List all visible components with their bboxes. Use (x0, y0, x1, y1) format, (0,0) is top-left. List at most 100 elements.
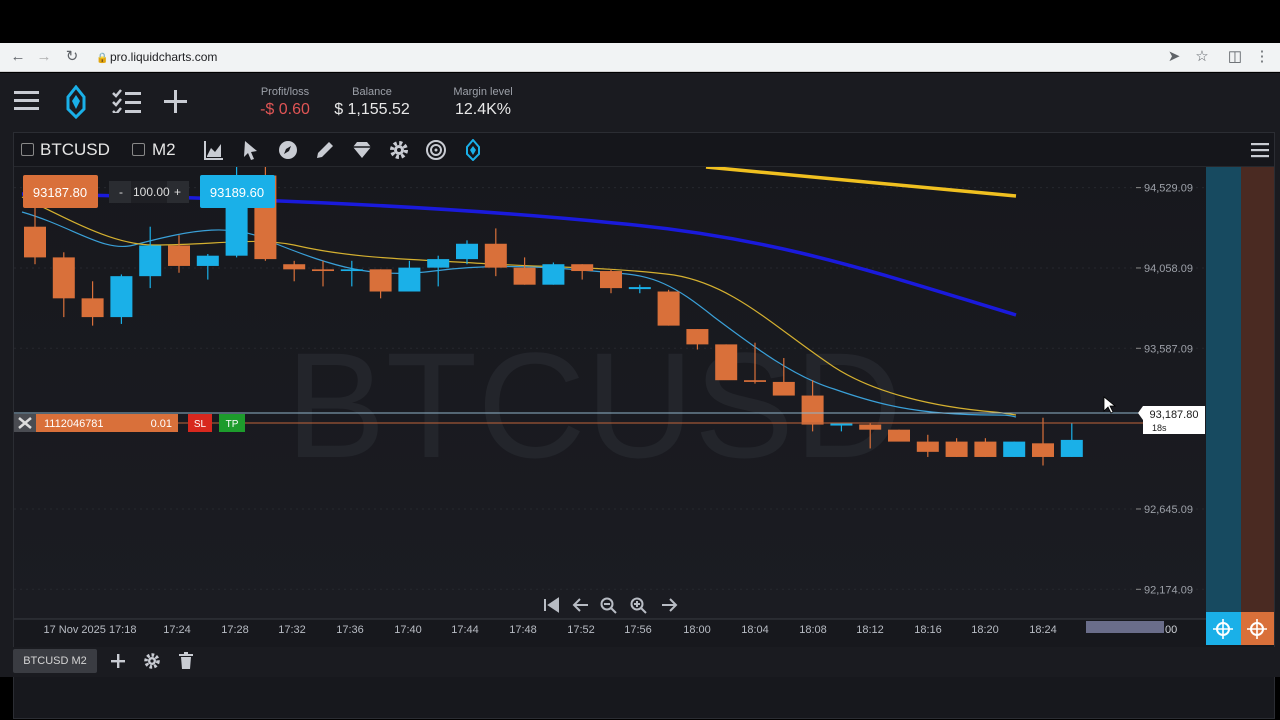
time-label: 17:56 (624, 624, 652, 636)
price-label: 92,645.09 (1144, 504, 1193, 516)
candle-body (571, 264, 594, 272)
symbol-label[interactable]: BTCUSD (40, 140, 110, 160)
cursor-icon[interactable] (240, 139, 262, 161)
candle-body (196, 255, 219, 266)
price-chart[interactable]: BTCUSD 1112046781 0.01 SL TP 93187.80 - … (14, 167, 1274, 719)
target-icon[interactable] (425, 139, 447, 161)
candle-body (542, 264, 565, 285)
position-volume: 0.01 (151, 418, 172, 430)
browser-menu-icon[interactable]: ⋮ (1252, 47, 1272, 67)
quantity-minus[interactable]: - (119, 185, 123, 199)
candle-body (657, 291, 680, 326)
candle-body (168, 245, 190, 266)
bottom-bar: BTCUSD M2 (0, 647, 1280, 677)
liquid-logo-icon[interactable] (64, 85, 88, 119)
add-chart-icon[interactable] (110, 653, 126, 669)
candle-body (744, 380, 766, 382)
compass-icon[interactable] (277, 139, 299, 161)
profit-loss-value: -$ 0.60 (260, 101, 310, 118)
current-price-value: 93,187.80 (1150, 409, 1199, 421)
balance-label: Balance (352, 86, 392, 98)
candle-body (830, 423, 853, 426)
time-label: 18:04 (741, 624, 769, 636)
open-position-row[interactable]: 1112046781 0.01 SL TP (14, 414, 245, 432)
share-icon[interactable]: ➤ (1164, 47, 1184, 67)
candle-body (24, 226, 46, 258)
diamond-icon[interactable] (351, 139, 373, 161)
candle-body (52, 257, 75, 299)
time-label: 17:40 (394, 624, 422, 636)
reload-icon[interactable]: ↻ (62, 47, 82, 67)
candle-body (369, 269, 392, 292)
side-panel-icon[interactable]: ◫ (1225, 47, 1245, 67)
trading-app: Profit/loss -$ 0.60 Balance $ 1,155.52 M… (0, 73, 1280, 719)
candle-body (1003, 441, 1026, 457)
time-label: 18:00 (683, 624, 711, 636)
candle-body (945, 441, 968, 457)
candle-body (110, 276, 133, 318)
candle-body (916, 441, 939, 452)
candle-body (513, 267, 536, 285)
time-label: 18:08 (799, 624, 827, 636)
lock-icon: 🔒 (96, 53, 109, 64)
balance-stat: Balance $ 1,155.52 (332, 86, 412, 119)
chart-tab[interactable]: BTCUSD M2 (13, 649, 97, 673)
candle-body (484, 243, 507, 268)
candle-body (81, 298, 104, 318)
candle-body (974, 441, 997, 457)
take-profit-label: TP (226, 419, 239, 430)
liquid-brand-icon[interactable] (462, 139, 484, 161)
candle-body (801, 395, 824, 425)
candle-body (1060, 439, 1083, 457)
candle-body (628, 287, 651, 290)
time-label: 18:24 (1029, 624, 1057, 636)
hamburger-menu-icon[interactable] (14, 89, 40, 111)
candle-body (686, 329, 709, 345)
chart-settings-icon[interactable] (143, 652, 161, 670)
add-icon[interactable] (164, 90, 188, 114)
price-label: 93,587.09 (1144, 343, 1193, 355)
candle-body (312, 269, 334, 272)
address-bar[interactable]: 🔒 pro.liquidcharts.com (96, 47, 1196, 68)
time-label: 18:20 (971, 624, 999, 636)
margin-level-stat: Margin level 12.4K% (448, 86, 518, 119)
time-axis: 17 Nov 2025 17:18 17:24 17:28 17:32 17:36 17:… (44, 624, 1057, 636)
timeframe-checkbox[interactable] (132, 143, 145, 156)
balance-value: $ 1,155.52 (334, 101, 410, 118)
screen: ← → ↻ 🔒 pro.liquidcharts.com ➤ ☆ ◫ ⋮ Pro… (0, 0, 1280, 720)
candle-body (427, 259, 450, 268)
time-label: 17:52 (567, 624, 595, 636)
candle-body (715, 344, 738, 381)
chart-type-icon[interactable] (203, 139, 225, 161)
candle-body (1032, 443, 1054, 457)
chart-menu-icon[interactable] (1249, 139, 1271, 161)
forward-icon[interactable]: → (34, 47, 54, 67)
candle-body (398, 267, 421, 292)
margin-level-label: Margin level (453, 86, 513, 98)
time-label: 17:48 (509, 624, 537, 636)
candle-body (772, 381, 795, 396)
back-icon[interactable]: ← (8, 47, 28, 67)
quantity-plus[interactable]: + (174, 185, 181, 199)
time-label: 17 Nov 2025 17:18 (44, 624, 137, 636)
buy-side-strip (1206, 167, 1241, 619)
gear-icon[interactable] (388, 139, 410, 161)
time-label: 17:28 (221, 624, 249, 636)
candle-body (888, 429, 910, 442)
profit-loss-label: Profit/loss (260, 86, 310, 98)
time-label: 17:36 (336, 624, 364, 636)
symbol-checkbox[interactable] (21, 143, 34, 156)
price-label: 94,058.09 (1144, 263, 1193, 275)
delete-chart-icon[interactable] (178, 652, 194, 670)
time-axis-end-label: 00 (1165, 624, 1177, 636)
quantity-value: 100.00 (133, 185, 170, 199)
margin-level-value: 12.4K% (454, 101, 512, 118)
browser-toolbar: ← → ↻ 🔒 pro.liquidcharts.com ➤ ☆ ◫ ⋮ (0, 43, 1280, 72)
time-scrollbar[interactable] (1086, 621, 1164, 633)
pencil-icon[interactable] (314, 139, 336, 161)
bookmark-star-icon[interactable]: ☆ (1192, 47, 1212, 67)
timeframe-label[interactable]: M2 (152, 140, 176, 160)
checklist-icon[interactable] (112, 89, 142, 113)
buy-price: 93189.60 (210, 185, 264, 200)
candle-body (600, 271, 622, 289)
